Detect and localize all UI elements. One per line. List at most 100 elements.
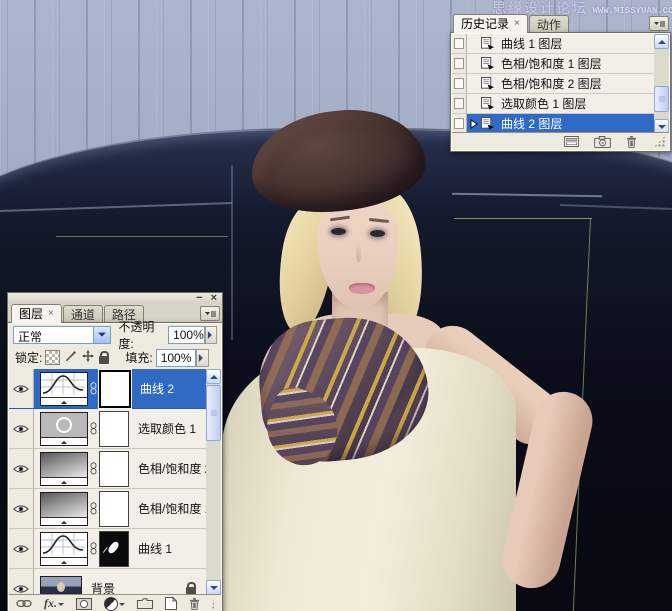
history-pointer-icon <box>467 119 480 129</box>
document-icon <box>480 97 497 110</box>
layer-name: 色相/饱和度 2 <box>138 460 206 477</box>
tab-layers[interactable]: 图层 × <box>11 304 62 323</box>
resize-grip-icon[interactable] <box>212 598 214 609</box>
visibility-toggle[interactable] <box>9 449 34 488</box>
history-body: 曲线 1 图层 色相/饱和度 1 图层 色相/饱和度 2 图层 <box>450 32 671 152</box>
resize-grip-icon[interactable] <box>654 136 665 147</box>
history-item[interactable]: 选取颜色 1 图层 <box>452 94 654 114</box>
woman-lips <box>349 283 375 294</box>
layer-row-curves-1[interactable]: 曲线 1 <box>9 529 206 569</box>
new-snapshot-icon[interactable] <box>594 136 611 148</box>
layer-mask-thumbnail-painted[interactable] <box>99 531 129 567</box>
curves-adjustment-thumbnail[interactable] <box>40 532 88 566</box>
background-layer-thumbnail[interactable] <box>40 576 82 596</box>
curves-adjustment-thumbnail[interactable] <box>40 372 88 406</box>
layers-scrollbar[interactable] <box>206 369 221 595</box>
add-layer-mask-icon[interactable] <box>76 598 92 610</box>
close-button[interactable]: × <box>211 294 217 303</box>
history-item[interactable]: 曲线 1 图层 <box>452 34 654 54</box>
history-source-well[interactable] <box>452 114 467 133</box>
history-source-box[interactable] <box>454 118 464 129</box>
chevron-down-icon[interactable] <box>93 327 110 343</box>
opacity-arrow-button[interactable] <box>205 326 217 344</box>
history-source-well[interactable] <box>452 94 467 113</box>
lock-image-icon[interactable] <box>65 350 77 365</box>
visibility-toggle[interactable] <box>9 529 34 568</box>
new-group-icon[interactable] <box>137 598 153 609</box>
history-source-box[interactable] <box>454 58 464 69</box>
hue-saturation-thumbnail[interactable] <box>40 492 88 526</box>
fill-value: 100% <box>161 351 192 365</box>
selective-color-glyph <box>41 413 87 437</box>
new-document-from-state-icon[interactable] <box>564 136 579 147</box>
chevron-down-icon <box>119 603 125 609</box>
layer-row-background[interactable]: 背景 <box>9 569 206 595</box>
layers-tabbar: 图层 × 通道 路径 <box>7 304 223 322</box>
layer-row-selective-color-1[interactable]: 选取颜色 1 <box>9 409 206 449</box>
history-source-box[interactable] <box>454 78 464 89</box>
tab-close-icon[interactable]: × <box>514 20 520 28</box>
delete-state-icon[interactable] <box>626 135 637 148</box>
panel-menu-icon[interactable] <box>200 306 220 321</box>
watermark-url: WWW.MISSYUAN.COM <box>592 6 672 16</box>
fill-arrow-button[interactable] <box>196 349 209 367</box>
tab-close-icon[interactable]: × <box>48 310 54 318</box>
layer-mask-thumbnail[interactable] <box>99 411 129 447</box>
layer-mask-thumbnail[interactable] <box>99 370 131 408</box>
eye-icon <box>13 424 29 434</box>
document-icon <box>480 77 497 90</box>
scrollbar-thumb[interactable] <box>654 86 669 112</box>
history-scrollbar[interactable] <box>654 34 669 134</box>
lock-all-icon[interactable] <box>99 356 109 364</box>
lock-position-icon[interactable] <box>82 350 94 365</box>
layer-mask-thumbnail[interactable] <box>99 451 129 487</box>
history-source-box[interactable] <box>454 38 464 49</box>
visibility-toggle[interactable] <box>9 369 34 408</box>
visibility-toggle[interactable] <box>9 489 34 528</box>
curves-glyph <box>41 533 87 557</box>
hue-saturation-thumbnail[interactable] <box>40 452 88 486</box>
lock-transparency-icon[interactable] <box>45 350 60 365</box>
history-source-well[interactable] <box>452 54 467 73</box>
tab-channels[interactable]: 通道 <box>63 305 103 322</box>
panel-menu-icon[interactable] <box>649 16 669 31</box>
layer-row-hue-saturation-1[interactable]: 色相/饱和度 1 <box>9 489 206 529</box>
history-item[interactable]: 色相/饱和度 2 图层 <box>452 74 654 94</box>
selective-color-thumbnail[interactable] <box>40 412 88 446</box>
layer-style-icon[interactable]: fx. <box>44 596 64 611</box>
new-layer-icon[interactable] <box>165 597 177 610</box>
fx-label: fx. <box>44 596 57 611</box>
history-item-selected[interactable]: 曲线 2 图层 <box>452 114 654 134</box>
hue-saturation-glyph <box>41 453 87 477</box>
scroll-up-icon[interactable] <box>206 369 221 384</box>
visibility-toggle[interactable] <box>9 409 34 448</box>
visibility-toggle[interactable] <box>9 569 34 595</box>
history-source-well[interactable] <box>452 74 467 93</box>
history-source-box[interactable] <box>454 98 464 109</box>
lock-row: 锁定: 填充: 100% <box>8 346 222 369</box>
layer-row-hue-saturation-2[interactable]: 色相/饱和度 2 <box>9 449 206 489</box>
scrollbar-thumb[interactable] <box>206 385 221 441</box>
eye-icon <box>13 584 29 594</box>
scroll-up-icon[interactable] <box>654 34 669 49</box>
delete-layer-icon[interactable] <box>189 597 200 610</box>
history-source-well[interactable] <box>452 34 467 53</box>
link-layers-icon[interactable] <box>16 599 32 608</box>
scroll-down-icon[interactable] <box>206 580 221 595</box>
lock-label: 锁定: <box>15 349 42 366</box>
layer-row-curves-2[interactable]: 曲线 2 <box>9 369 206 409</box>
opacity-input[interactable]: 100% <box>168 326 205 344</box>
history-item[interactable]: 色相/饱和度 1 图层 <box>452 54 654 74</box>
layers-body: 正常 不透明度: 100% 锁定: 填充: 100% <box>7 322 223 611</box>
new-adjustment-layer-icon[interactable] <box>104 597 125 611</box>
lock-icons <box>45 350 109 365</box>
link-icon <box>88 422 99 435</box>
woman-right-eye <box>370 230 385 237</box>
minimize-button[interactable]: − <box>196 294 202 303</box>
history-bottom-bar <box>452 132 669 150</box>
car-pinstripe-horizontal-left <box>56 236 228 237</box>
fill-input[interactable]: 100% <box>156 349 196 367</box>
blend-mode-select[interactable]: 正常 <box>13 326 111 344</box>
car-pinstripe-horizontal-right <box>454 218 592 219</box>
layer-mask-thumbnail[interactable] <box>99 491 129 527</box>
